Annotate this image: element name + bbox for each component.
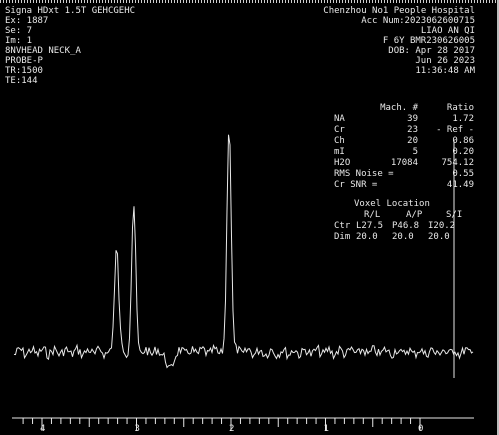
mr-spectrum-plot — [12, 134, 474, 431]
mrs-viewer: Signa HDxt 1.5T GEHCGEHC Ex: 1887 Se: 7 … — [0, 0, 499, 435]
ppm-tick-label-4: 4 — [40, 424, 46, 434]
ppm-axis-ticks — [22, 418, 421, 431]
ppm-tick-label-1: 1 — [323, 424, 329, 434]
ppm-tick-label-0: 0 — [418, 424, 424, 434]
spectrum-trace — [13, 134, 474, 369]
ppm-tick-label-3: 3 — [134, 424, 140, 434]
ppm-tick-label-2: 2 — [229, 424, 235, 434]
